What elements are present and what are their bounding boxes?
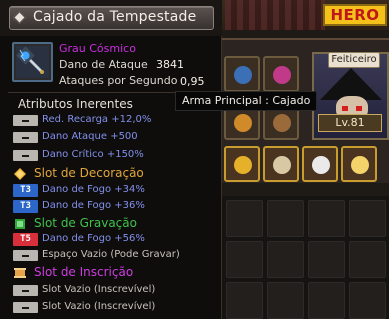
attack-damage-value: 3841 [156,58,184,71]
engraving-gem-icon [15,219,25,229]
inventory-grid [222,196,389,319]
attribute-text: Espaço Vazio (Pode Gravar) [42,249,180,260]
equipment-slot-staff[interactable] [224,56,260,92]
pet-icon [351,156,369,174]
equipment-slot-helmet[interactable] [263,56,299,92]
title-bar: Cajado da Tempestade [0,0,222,36]
equipment-slot-pet-1[interactable] [302,146,338,182]
equipment-row-3 [224,146,377,182]
empty-tier-badge [13,302,38,313]
inventory-slot[interactable] [349,282,386,319]
equipment-slot-amulet[interactable] [224,146,260,182]
item-rarity: Grau Cósmico [59,42,136,55]
inscription-scroll-icon [14,268,26,278]
inventory-slot[interactable] [267,241,304,278]
attribute-text: Slot Vazio (Inscrevível) [42,284,156,295]
inventory-slot[interactable] [226,241,263,278]
helmet-icon [273,66,291,84]
tier-badge: T3 [13,200,38,213]
character-eye [356,106,362,111]
attribute-text: Slot Vazio (Inscrevível) [42,301,156,312]
attack-speed-value: 0,95 [180,75,205,88]
inventory-slot[interactable] [267,200,304,237]
character-eye [342,106,348,111]
equipment-slot-companion[interactable] [263,146,299,182]
decoration-slot-title: Slot de Decoração [34,166,144,180]
inventory-slot[interactable] [308,241,345,278]
decorative-brick-strip [225,0,325,30]
tier-badge: T3 [13,184,38,197]
gloves-icon [273,114,291,132]
tier-badge: T5 [13,233,38,246]
engraving-slot-title: Slot de Gravação [34,216,137,230]
inventory-slot[interactable] [349,241,386,278]
staff-icon [234,66,252,84]
empty-tier-badge [13,132,38,143]
attribute-text: Dano de Fogo +34% [42,184,145,195]
inventory-slot[interactable] [308,200,345,237]
inventory-slot[interactable] [267,282,304,319]
empty-tier-badge [13,115,38,126]
attack-damage-label: Dano de Ataque [59,58,148,71]
attribute-text: Dano Ataque +500 [42,131,138,142]
equipment-row-1 [224,56,299,92]
level-badge: Lv.81 [318,114,382,132]
inscription-slot-title: Slot de Inscrição [34,265,134,279]
empty-tier-badge [13,150,38,161]
weapon-type-tooltip: Arma Principal : Cajado [175,91,318,111]
item-tooltip-card: Cajado da Tempestade Grau Cósmico Dano d… [0,0,222,319]
inherent-attributes-title: Atributos Inerentes [18,97,133,111]
pet-icon [312,156,330,174]
staff-icon [16,46,49,78]
inventory-slot[interactable] [226,200,263,237]
attribute-text: Dano de Fogo +36% [42,200,145,211]
attribute-text: Dano Crítico +150% [42,149,144,160]
decoration-gem-icon [14,168,26,180]
empty-tier-badge [13,285,38,296]
job-class-tag: Feiticeiro [328,52,380,68]
empty-tier-badge [13,250,38,261]
item-icon-frame [12,42,53,82]
companion-icon [273,156,291,174]
armor-icon [234,114,252,132]
inventory-slot[interactable] [308,282,345,319]
hero-badge[interactable]: HERO [323,4,387,26]
inventory-slot[interactable] [226,282,263,319]
attack-speed-label: Ataques por Segundo [59,74,178,87]
inventory-slot[interactable] [349,200,386,237]
amulet-icon [234,156,252,174]
attribute-text: Red. Recarga +12,0% [42,114,152,125]
attribute-text: Dano de Fogo +56% [42,233,145,244]
item-title: Cajado da Tempestade [33,9,197,25]
equipment-slot-pet-2[interactable] [341,146,377,182]
